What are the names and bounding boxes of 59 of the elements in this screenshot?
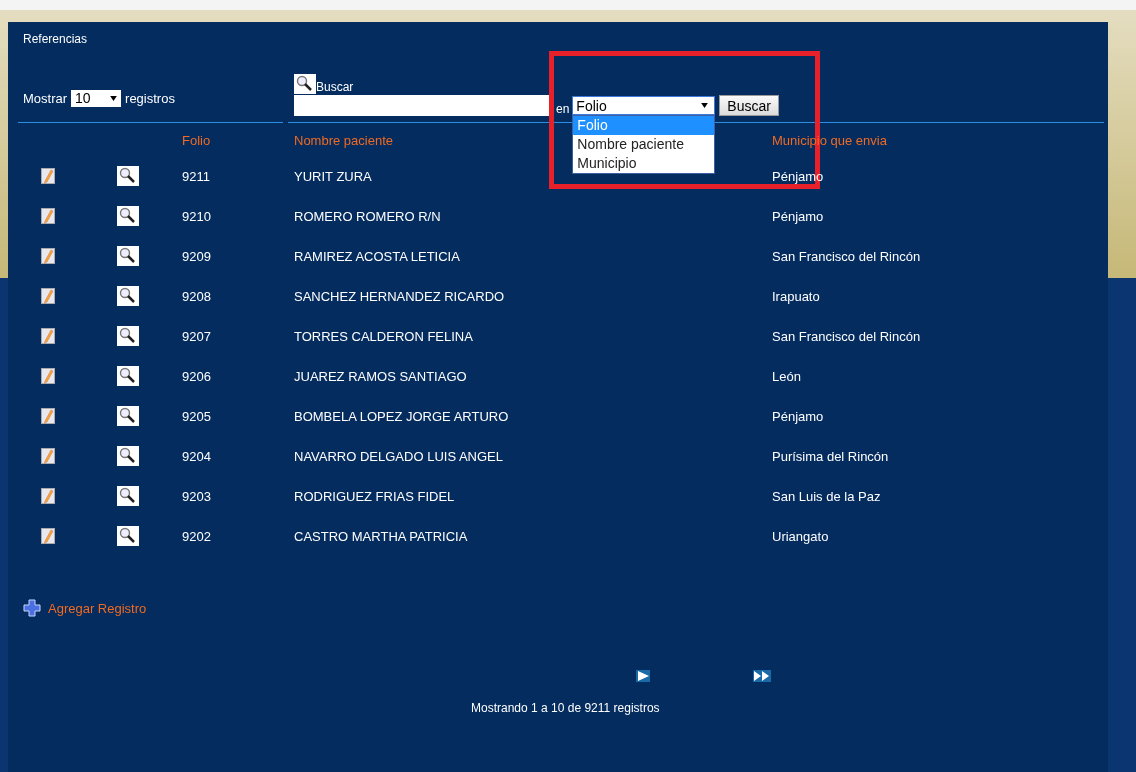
view-icon[interactable] xyxy=(117,166,139,186)
view-icon[interactable] xyxy=(117,366,139,386)
municipality-cell: Pénjamo xyxy=(772,408,824,424)
municipality-cell: Purísima del Rincón xyxy=(772,448,889,464)
patient-name-cell: YURIT ZURA xyxy=(294,168,372,184)
municipality-cell: León xyxy=(772,368,801,384)
folio-cell: 9209 xyxy=(182,248,211,264)
folio-cell: 9211 xyxy=(182,168,210,184)
folio-cell: 9202 xyxy=(182,528,211,544)
view-icon[interactable] xyxy=(117,246,139,266)
panel-title: Referencias xyxy=(22,31,89,48)
view-icon[interactable] xyxy=(117,406,139,426)
caret-icon xyxy=(110,95,118,101)
page-size-select[interactable]: 10 xyxy=(71,89,122,107)
view-icon[interactable] xyxy=(117,486,139,506)
search-label: Buscar xyxy=(316,81,354,94)
pagination-info: Mostrando 1 a 10 de 9211 registros xyxy=(470,701,660,715)
column-header[interactable]: Folio xyxy=(182,132,211,148)
records-label: registros xyxy=(125,90,175,106)
folio-cell: 9206 xyxy=(182,368,211,384)
folio-cell: 9208 xyxy=(182,288,211,304)
add-record-link[interactable]: Agregar Registro xyxy=(48,600,147,616)
folio-cell: 9204 xyxy=(182,448,211,464)
plus-icon xyxy=(23,599,41,617)
column-header[interactable]: Nombre paciente xyxy=(294,132,393,148)
view-icon[interactable] xyxy=(117,286,139,306)
folio-cell: 9210 xyxy=(182,208,211,224)
next-page-icon[interactable] xyxy=(636,670,650,682)
in-label: en xyxy=(556,101,570,116)
caret-icon xyxy=(701,103,709,108)
view-icon[interactable] xyxy=(117,326,139,346)
folio-cell: 9203 xyxy=(182,488,211,504)
patient-name-cell: ROMERO ROMERO R/N xyxy=(294,208,441,224)
view-icon[interactable] xyxy=(117,526,139,546)
search-icon xyxy=(294,74,316,94)
patient-name-cell: BOMBELA LOPEZ JORGE ARTURO xyxy=(294,408,509,424)
municipality-cell: Irapuato xyxy=(772,288,820,304)
dropdown-option[interactable]: Nombre paciente xyxy=(573,135,715,154)
patient-name-cell: SANCHEZ HERNANDEZ RICARDO xyxy=(294,288,505,304)
municipality-cell: San Francisco del Rincón xyxy=(772,328,921,344)
patient-name-cell: JUAREZ RAMOS SANTIAGO xyxy=(294,368,467,384)
last-page-icon[interactable] xyxy=(753,670,771,682)
field-select[interactable]: Folio xyxy=(572,96,716,115)
municipality-cell: San Luis de la Paz xyxy=(772,488,881,504)
dropdown-option[interactable]: Municipio xyxy=(573,154,715,173)
search-button[interactable]: Buscar xyxy=(719,95,779,116)
folio-cell: 9205 xyxy=(182,408,211,424)
show-label: Mostrar xyxy=(23,90,68,106)
view-icon[interactable] xyxy=(117,446,139,466)
patient-name-cell: TORRES CALDERON FELINA xyxy=(294,328,473,344)
folio-cell: 9207 xyxy=(182,328,211,344)
municipality-cell: Pénjamo xyxy=(772,208,824,224)
patient-name-cell: CASTRO MARTHA PATRICIA xyxy=(294,528,468,544)
municipality-cell: San Francisco del Rincón xyxy=(772,248,921,264)
patient-name-cell: RAMIREZ ACOSTA LETICIA xyxy=(294,248,460,264)
patient-name-cell: RODRIGUEZ FRIAS FIDEL xyxy=(294,488,455,504)
view-icon[interactable] xyxy=(117,206,139,226)
patient-name-cell: NAVARRO DELGADO LUIS ANGEL xyxy=(294,448,504,464)
municipality-cell: Uriangato xyxy=(772,528,829,544)
